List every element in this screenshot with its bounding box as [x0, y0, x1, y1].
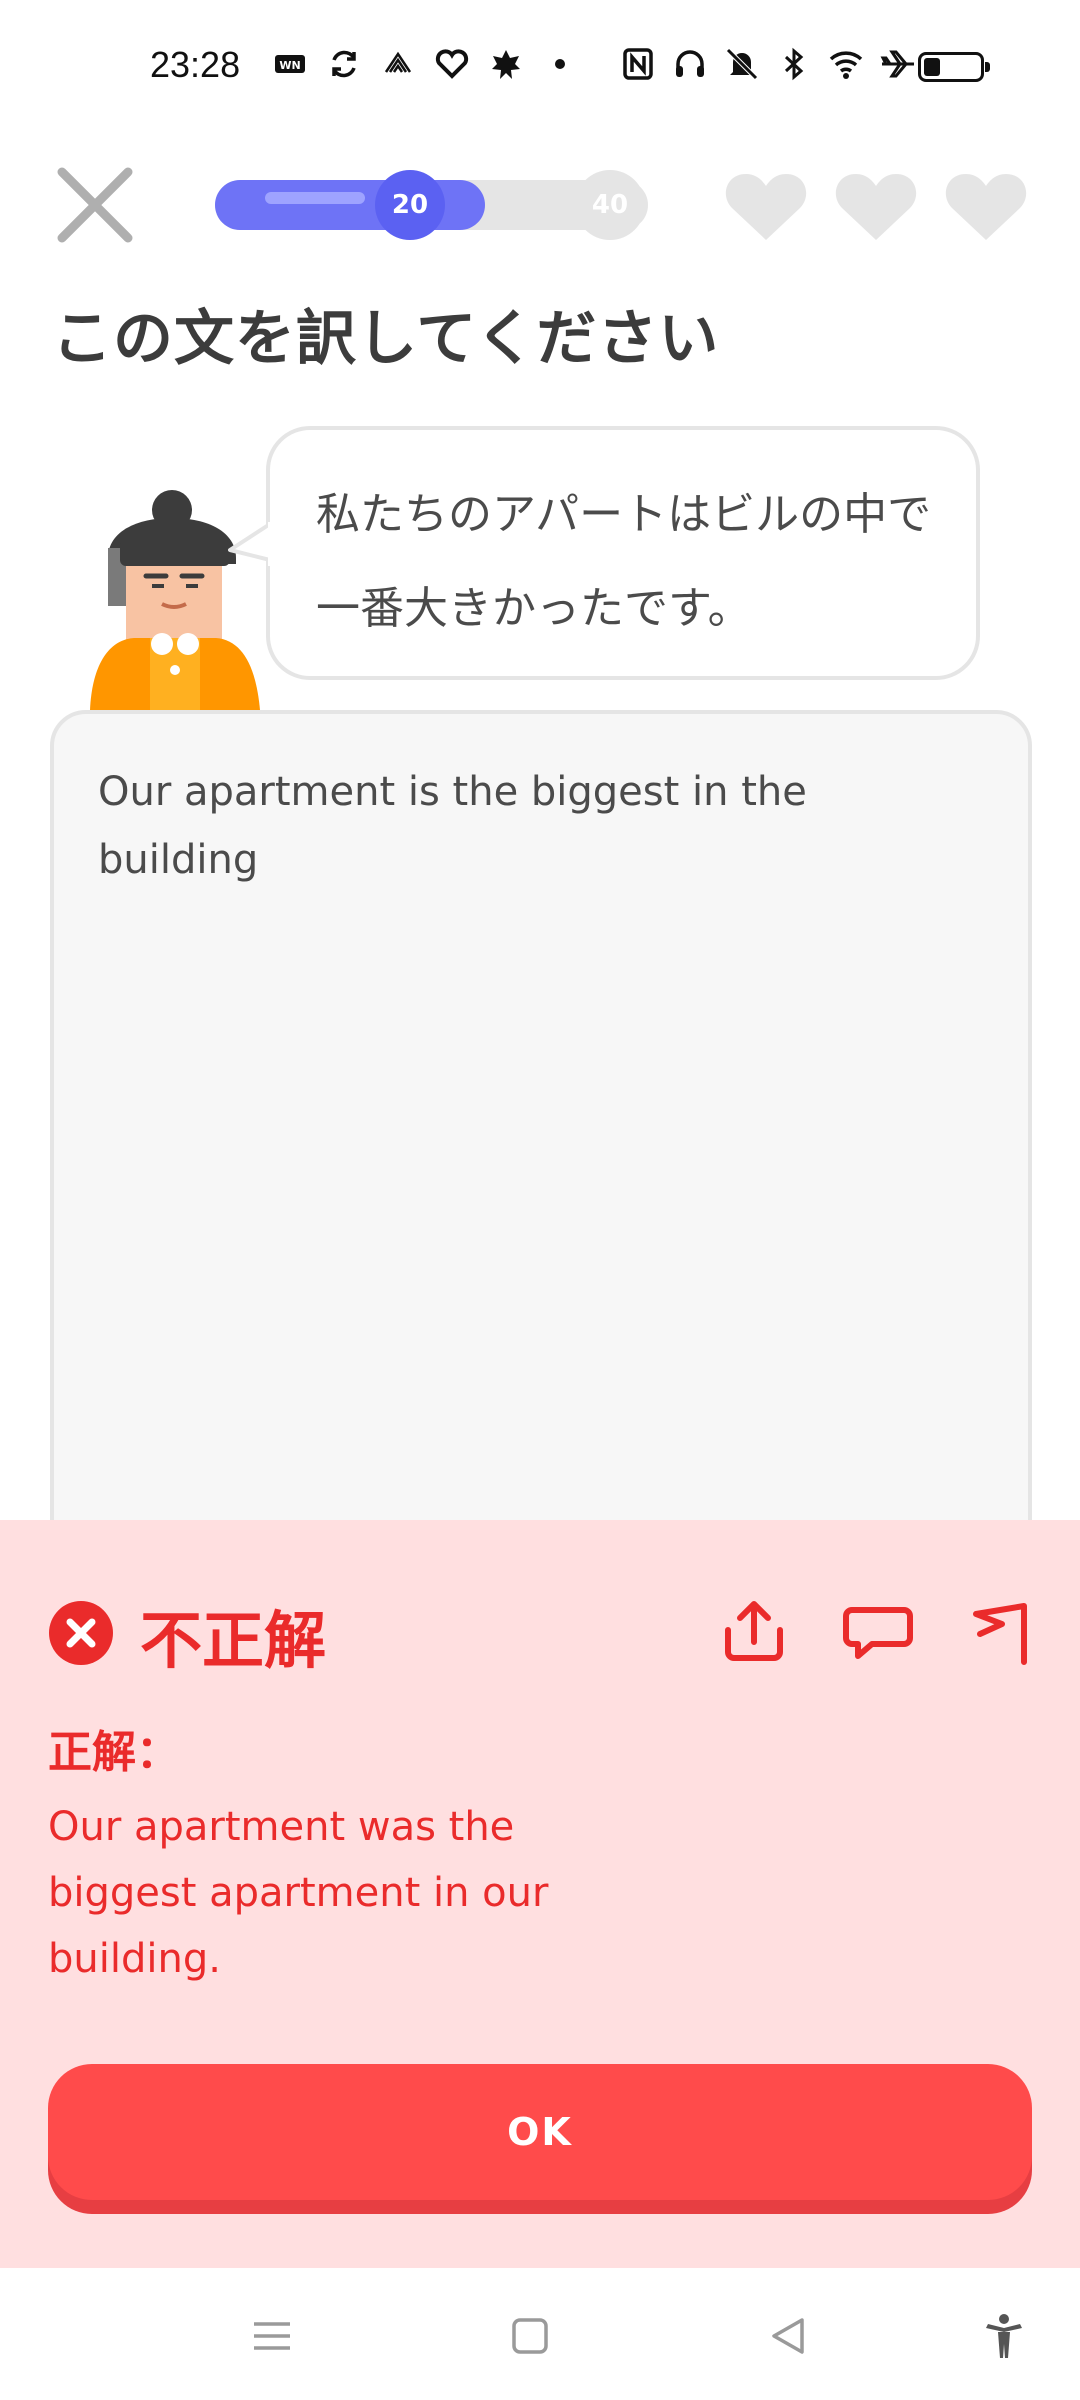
bluetooth-icon: [784, 47, 804, 81]
svg-text:WN: WN: [279, 59, 300, 72]
comment-icon[interactable]: [842, 1596, 914, 1668]
wifi-icon: [829, 51, 863, 79]
feedback-panel: 不正解 正解： Our apartment was the biggest ap…: [0, 1520, 1080, 2268]
system-nav-bar: [0, 2268, 1080, 2400]
correct-answer-text: Our apartment was the biggest apartment …: [48, 1804, 549, 1982]
dot-icon: [555, 59, 565, 69]
milestone-20: 20: [375, 170, 445, 240]
accessibility-icon[interactable]: [980, 2312, 1028, 2360]
lesson-progress-bar: 20 40: [215, 170, 648, 240]
feedback-actions: [718, 1596, 1038, 1668]
heart-icon: [945, 174, 1027, 240]
battery-icon: [918, 52, 990, 82]
airplane-icon: [880, 50, 914, 78]
mute-icon: [726, 48, 758, 80]
ok-button-label: OK: [48, 2064, 1032, 2200]
notification-icons: WN: [272, 46, 578, 82]
menu-icon[interactable]: [248, 2312, 296, 2360]
battery-level: [924, 58, 940, 76]
home-icon[interactable]: [506, 2312, 554, 2360]
heart-app-icon: [435, 49, 469, 79]
headphones-icon: [676, 50, 704, 77]
sync-icon: [332, 50, 356, 78]
correct-answer-label: 正解：: [48, 1727, 180, 1778]
back-icon[interactable]: [764, 2312, 812, 2360]
system-icons: [620, 46, 916, 82]
answer-textarea[interactable]: Our apartment is the biggest in the buil…: [50, 710, 1032, 1610]
wn-app-icon: WN: [275, 55, 305, 73]
heart-icon: [725, 174, 807, 240]
leaf-app-icon: [492, 50, 520, 79]
feedback-status: 不正解: [140, 1604, 327, 1677]
speech-bubble: 私たちのアパートはビルの中で一番大きかったです。: [266, 426, 980, 680]
status-bar: 23:28 WN: [0, 0, 1080, 140]
ok-button[interactable]: OK: [48, 2064, 1032, 2214]
flag-icon[interactable]: [966, 1596, 1038, 1668]
nfc-icon: [623, 48, 653, 80]
source-sentence: 私たちのアパートはビルの中で一番大きかったです。: [316, 489, 932, 634]
speech-bubble-tail: [228, 522, 276, 566]
heart-icon: [835, 174, 917, 240]
answer-text: Our apartment is the biggest in the buil…: [98, 769, 807, 883]
share-icon[interactable]: [718, 1596, 790, 1668]
status-time: 23:28: [150, 44, 241, 85]
close-icon[interactable]: [52, 162, 138, 248]
progress-shine: [265, 192, 365, 204]
signal-app-icon: [384, 51, 412, 73]
incorrect-icon: [49, 1601, 113, 1665]
milestone-40: 40: [575, 170, 645, 240]
page-title: この文を訳してください: [52, 304, 720, 374]
hearts: [724, 170, 1028, 242]
